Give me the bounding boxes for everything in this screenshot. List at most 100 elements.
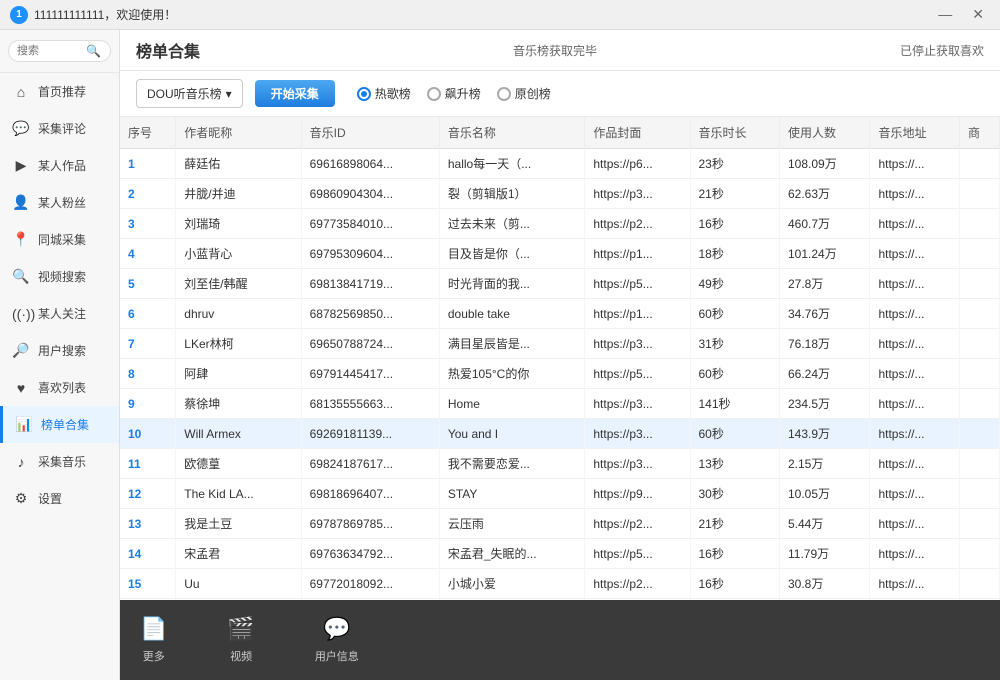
table-cell: 66.24万 — [780, 359, 870, 389]
table-cell: 宋孟君 — [176, 539, 301, 569]
table-cell — [959, 359, 999, 389]
radio-original[interactable]: 原创榜 — [497, 85, 551, 102]
bottom-item-video[interactable]: 🎬视频 — [227, 616, 254, 664]
search-bar[interactable]: 🔍 — [0, 30, 119, 73]
table-cell: 宋孟君_失眠的... — [439, 539, 585, 569]
table-row[interactable]: 8阿肆69791445417...热爱105°C的你https://p5...6… — [120, 359, 1000, 389]
table-cell: https://... — [870, 539, 960, 569]
music-table: 序号作者昵称音乐ID音乐名称作品封面音乐时长使用人数音乐地址商 1薛廷佑6961… — [120, 117, 1000, 600]
table-row[interactable]: 9蔡徐坤68135555663...Homehttps://p3...141秒2… — [120, 389, 1000, 419]
table-cell — [959, 269, 999, 299]
table-row[interactable]: 2井胧/并迪69860904304...裂（剪辑版1）https://p3...… — [120, 179, 1000, 209]
sidebar-item-works[interactable]: ▶某人作品 — [0, 147, 119, 184]
bottom-item-userinfo[interactable]: 💬用户信息 — [315, 616, 359, 664]
table-cell: 141秒 — [690, 389, 780, 419]
radio-rising[interactable]: 飙升榜 — [427, 85, 481, 102]
table-cell: https://p9... — [585, 479, 690, 509]
radio-hot[interactable]: 热歌榜 — [357, 85, 411, 102]
sidebar-item-follow[interactable]: ((·))某人关注 — [0, 295, 119, 332]
table-cell: 小蓝背心 — [176, 239, 301, 269]
title-bar: 1 111111111111，欢迎使用！ — ✕ — [0, 0, 1000, 30]
sidebar-item-usersearch[interactable]: 🔎用户搜索 — [0, 332, 119, 369]
table-row[interactable]: 7LKer林柯69650788724...满目星辰皆是...https://p3… — [120, 329, 1000, 359]
bottom-item-more[interactable]: 📄更多 — [140, 616, 167, 664]
table-row[interactable]: 14宋孟君69763634792...宋孟君_失眠的...https://p5.… — [120, 539, 1000, 569]
table-cell: 7 — [120, 329, 176, 359]
chart-dropdown[interactable]: DOU听音乐榜 ▾ — [136, 79, 243, 108]
bottom-label-more: 更多 — [143, 648, 165, 664]
table-cell: https://... — [870, 329, 960, 359]
content-header: 榜单合集 音乐榜获取完毕 已停止获取喜欢 — [120, 30, 1000, 71]
minimize-button[interactable]: — — [932, 4, 958, 25]
table-cell: 34.76万 — [780, 299, 870, 329]
table-row[interactable]: 4小蓝背心69795309604...目及皆是你（...https://p1..… — [120, 239, 1000, 269]
radio-label-hot: 热歌榜 — [375, 85, 411, 102]
app-icon: 1 — [10, 6, 28, 24]
table-cell: 69818696407... — [301, 479, 439, 509]
table-cell: 云压雨 — [439, 509, 585, 539]
table-row[interactable]: 13我是土豆69787869785...云压雨https://p2...21秒5… — [120, 509, 1000, 539]
table-cell: 69824187617... — [301, 449, 439, 479]
table-cell: Will Armex — [176, 419, 301, 449]
table-cell: 14 — [120, 539, 176, 569]
table-cell: 刘瑞琦 — [176, 209, 301, 239]
sidebar-item-fans[interactable]: 👤某人粉丝 — [0, 184, 119, 221]
table-cell: https://... — [870, 389, 960, 419]
content-area: 榜单合集 音乐榜获取完毕 已停止获取喜欢 DOU听音乐榜 ▾ 开始采集 热歌榜 飙… — [120, 30, 1000, 600]
table-cell: Home — [439, 389, 585, 419]
table-cell — [959, 509, 999, 539]
table-cell: STAY — [439, 479, 585, 509]
table-cell: https://... — [870, 239, 960, 269]
page-title: 榜单合集 — [136, 38, 200, 62]
sidebar-label-comments: 采集评论 — [38, 120, 86, 137]
sidebar-label-music: 采集音乐 — [38, 453, 86, 470]
sidebar-item-home[interactable]: ⌂首页推荐 — [0, 73, 119, 110]
sidebar-item-search[interactable]: 🔍视频搜索 — [0, 258, 119, 295]
table-cell: 60秒 — [690, 419, 780, 449]
sidebar-label-usersearch: 用户搜索 — [38, 342, 86, 359]
col-header: 音乐ID — [301, 117, 439, 149]
table-row[interactable]: 1薛廷佑69616898064...hallo每一天（...https://p6… — [120, 149, 1000, 179]
table-cell — [959, 539, 999, 569]
table-cell — [959, 449, 999, 479]
table-cell: 49秒 — [690, 269, 780, 299]
sidebar-item-local[interactable]: 📍同城采集 — [0, 221, 119, 258]
sidebar-nav: ⌂首页推荐💬采集评论▶某人作品👤某人粉丝📍同城采集🔍视频搜索((·))某人关注🔎… — [0, 73, 119, 680]
table-cell: https://p2... — [585, 569, 690, 599]
start-collect-button[interactable]: 开始采集 — [255, 80, 335, 107]
table-cell: https://p2... — [585, 209, 690, 239]
table-cell: 69650788724... — [301, 329, 439, 359]
table-row[interactable]: 5刘至佳/韩醒69813841719...时光背面的我...https://p5… — [120, 269, 1000, 299]
close-button[interactable]: ✕ — [966, 4, 990, 25]
table-cell — [959, 419, 999, 449]
table-cell: 69616898064... — [301, 149, 439, 179]
table-cell: 16秒 — [690, 569, 780, 599]
table-cell: 30.8万 — [780, 569, 870, 599]
table-cell: 69795309604... — [301, 239, 439, 269]
table-cell: https://... — [870, 269, 960, 299]
table-cell: 欧德葟 — [176, 449, 301, 479]
col-header: 音乐地址 — [870, 117, 960, 149]
sidebar-item-comments[interactable]: 💬采集评论 — [0, 110, 119, 147]
sidebar-item-settings[interactable]: ⚙设置 — [0, 480, 119, 517]
table-container[interactable]: 序号作者昵称音乐ID音乐名称作品封面音乐时长使用人数音乐地址商 1薛廷佑6961… — [120, 117, 1000, 600]
sidebar-item-charts[interactable]: 📊榜单合集 — [0, 406, 119, 443]
radio-label-rising: 飙升榜 — [445, 85, 481, 102]
bottom-label-video: 视频 — [230, 648, 252, 664]
table-cell — [959, 329, 999, 359]
table-row[interactable]: 15Uu69772018092...小城小爱https://p2...16秒30… — [120, 569, 1000, 599]
sidebar: 🔍 ⌂首页推荐💬采集评论▶某人作品👤某人粉丝📍同城采集🔍视频搜索((·))某人关… — [0, 30, 120, 680]
works-icon: ▶ — [12, 157, 30, 174]
likes-icon: ♥ — [12, 380, 30, 396]
table-cell: 小城小爱 — [439, 569, 585, 599]
table-row[interactable]: 3刘瑞琦69773584010...过去未来（剪...https://p2...… — [120, 209, 1000, 239]
status-right: 已停止获取喜欢 — [900, 42, 984, 59]
table-cell: 69787869785... — [301, 509, 439, 539]
radio-label-original: 原创榜 — [515, 85, 551, 102]
table-row[interactable]: 12The Kid LA...69818696407...STAYhttps:/… — [120, 479, 1000, 509]
sidebar-item-likes[interactable]: ♥喜欢列表 — [0, 369, 119, 406]
table-row[interactable]: 10Will Armex69269181139...You and Ihttps… — [120, 419, 1000, 449]
sidebar-item-music[interactable]: ♪采集音乐 — [0, 443, 119, 480]
table-row[interactable]: 11欧德葟69824187617...我不需要恋爱...https://p3..… — [120, 449, 1000, 479]
table-row[interactable]: 6dhruv68782569850...double takehttps://p… — [120, 299, 1000, 329]
